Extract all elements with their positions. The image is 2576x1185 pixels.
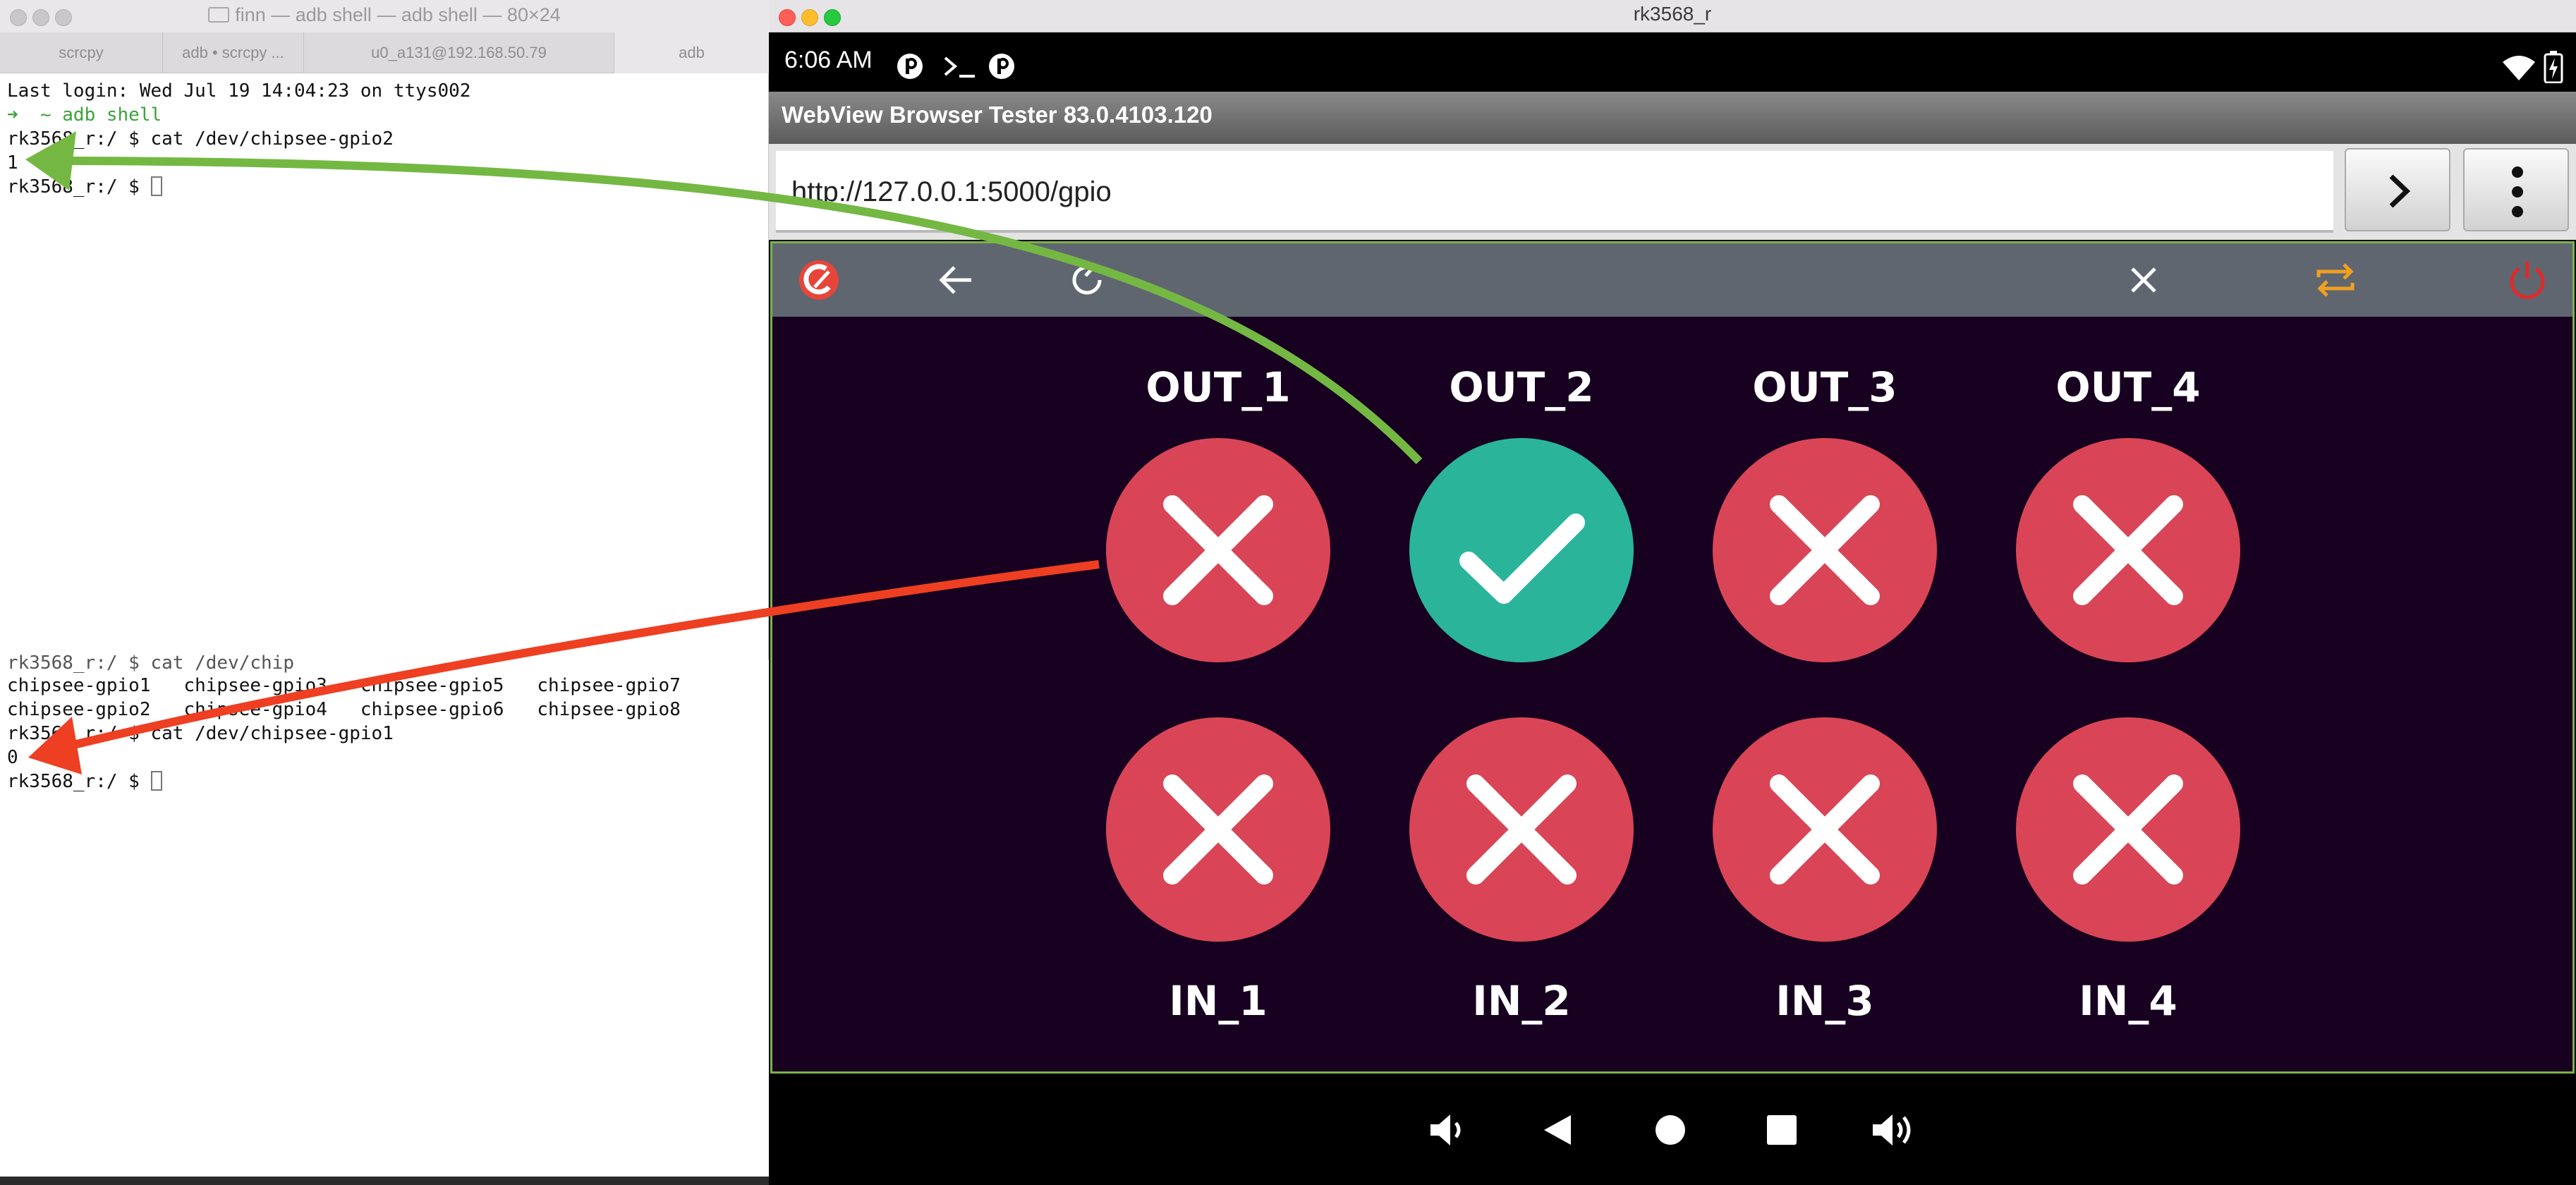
- tab-ssh[interactable]: u0_a131@192.168.50.79: [303, 32, 614, 73]
- home-nav-button[interactable]: [1642, 1102, 1699, 1158]
- in-4-indicator: [2016, 717, 2240, 942]
- circle-home-icon: [1655, 1115, 1685, 1145]
- close-page-button[interactable]: [2121, 257, 2166, 303]
- android-nav-bar: [769, 1074, 2576, 1185]
- url-bar: http://127.0.0.1:5000/gpio: [769, 144, 2576, 240]
- reload-button[interactable]: [1064, 257, 1110, 303]
- volume-down-icon: [1430, 1114, 1461, 1146]
- terminal2-cursor: [150, 771, 162, 791]
- x-mark-icon: [1770, 774, 1880, 885]
- logo-icon: [799, 260, 839, 300]
- x-mark-icon: [1163, 774, 1273, 885]
- url-text: http://127.0.0.1:5000/gpio: [791, 176, 1112, 207]
- square-recents-icon: [1767, 1115, 1797, 1145]
- page-toolbar: [772, 243, 2572, 317]
- device-title: rk3568_r: [1633, 3, 1712, 25]
- volume-down-button[interactable]: [1419, 1102, 1476, 1158]
- tab-adb-scrcpy[interactable]: adb • scrcpy ...: [162, 32, 303, 73]
- url-input[interactable]: http://127.0.0.1:5000/gpio: [776, 151, 2333, 233]
- terminal-tab-bar: scrcpy adb • scrcpy ... u0_a131@192.168.…: [0, 32, 769, 73]
- gpio-webpage: OUT_1 OUT_2 OUT_3 OUT_4 IN_1 IN_2 IN_3 I…: [770, 241, 2575, 1074]
- overflow-menu-button[interactable]: [2463, 148, 2569, 231]
- terminal-title: finn — adb shell — adb shell — 80×24: [0, 4, 769, 26]
- x-mark-icon: [2073, 774, 2183, 885]
- tab-scrcpy[interactable]: scrcpy: [0, 32, 162, 73]
- brand-logo: [796, 257, 842, 303]
- terminal2-line-0: rk3568_r:/ $ cat /dev/chip: [7, 652, 294, 674]
- app-title-bar: WebView Browser Tester 83.0.4103.120: [769, 92, 2576, 144]
- terminal2-line-1: chipsee-gpio1 chipsee-gpio3 chipsee-gpio…: [7, 675, 681, 696]
- x-mark-icon: [1770, 495, 1880, 605]
- arrow-left-icon: [939, 266, 971, 294]
- in-1-indicator: [1106, 717, 1330, 942]
- terminal-cursor: [150, 176, 162, 196]
- in-2-indicator: [1409, 717, 1634, 942]
- device-window: rk3568_r 6:06 AM WebView Browser Tester …: [769, 0, 2576, 1185]
- terminal-line-adb: ➜ ~ adb shell: [7, 103, 162, 127]
- status-time: 6:06 AM: [784, 47, 873, 73]
- power-button[interactable]: [2505, 257, 2550, 303]
- back-button[interactable]: [933, 257, 978, 303]
- terminal-window-2: rk3568_r:/ $ cat /dev/chip chipsee-gpio1…: [0, 652, 769, 1185]
- out-1-toggle[interactable]: [1106, 438, 1330, 662]
- swap-button[interactable]: [2313, 257, 2358, 303]
- terminal-prompt-text: rk3568_r:/ $: [7, 176, 151, 198]
- terminal2-line-value-0: 0: [7, 747, 18, 768]
- folder-icon: [208, 7, 230, 23]
- out-4-toggle[interactable]: [2016, 438, 2240, 662]
- triangle-back-icon: [1544, 1115, 1571, 1145]
- x-mark-icon: [1163, 495, 1273, 605]
- out-3-label: OUT_3: [1752, 363, 1897, 411]
- terminal-line-value-1: 1: [7, 152, 18, 174]
- battery-charging-icon: [2544, 51, 2563, 83]
- terminal-titlebar: finn — adb shell — adb shell — 80×24: [0, 0, 769, 32]
- terminal2-line-2: chipsee-gpio2 chipsee-gpio4 chipsee-gpio…: [7, 699, 681, 720]
- go-button[interactable]: [2345, 148, 2450, 231]
- out-4-label: OUT_4: [2055, 363, 2201, 411]
- terminal-line-login: Last login: Wed Jul 19 14:04:23 on ttys0…: [7, 80, 471, 102]
- repeat-icon: [2316, 263, 2355, 297]
- terminal-prompt-icon: [944, 56, 975, 78]
- terminal2-line-3: rk3568_r:/ $ cat /dev/chipsee-gpio1: [7, 723, 394, 744]
- out-2-label: OUT_2: [1449, 363, 1594, 411]
- dock-strip: [0, 1177, 769, 1185]
- x-mark-icon: [1466, 774, 1576, 885]
- in-1-label: IN_1: [1169, 977, 1268, 1025]
- close-icon: [2131, 267, 2156, 293]
- terminal2-prompt-text: rk3568_r:/ $: [7, 771, 151, 792]
- device-titlebar: rk3568_r: [769, 0, 2576, 32]
- back-nav-button[interactable]: [1529, 1102, 1586, 1158]
- check-mark-icon: [1459, 514, 1585, 604]
- terminal2-prompt[interactable]: rk3568_r:/ $: [7, 770, 162, 794]
- terminal-line-cat-gpio2: rk3568_r:/ $ cat /dev/chipsee-gpio2: [7, 128, 394, 150]
- notification-p-icon-2: [989, 54, 1014, 79]
- out-3-toggle[interactable]: [1713, 438, 1937, 662]
- out-2-toggle[interactable]: [1409, 438, 1634, 662]
- volume-up-button[interactable]: [1864, 1102, 1920, 1158]
- out-1-label: OUT_1: [1146, 363, 1291, 411]
- refresh-icon: [1072, 260, 1102, 295]
- tab-adb[interactable]: adb: [614, 32, 769, 73]
- chevron-right-icon: [2389, 174, 2411, 208]
- in-3-indicator: [1713, 717, 1937, 942]
- power-icon: [2510, 262, 2545, 299]
- recents-nav-button[interactable]: [1754, 1102, 1810, 1158]
- in-2-label: IN_2: [1472, 977, 1571, 1025]
- wifi-icon: [2503, 56, 2535, 80]
- in-4-label: IN_4: [2079, 977, 2177, 1025]
- terminal-prompt[interactable]: rk3568_r:/ $: [7, 175, 162, 199]
- terminal-window: finn — adb shell — adb shell — 80×24 scr…: [0, 0, 769, 660]
- volume-up-icon: [1873, 1114, 1911, 1146]
- status-bar: 6:06 AM: [769, 32, 2576, 92]
- more-vertical-icon: [2512, 166, 2523, 217]
- terminal-line-adb-text: ➜ ~ adb shell: [7, 104, 162, 126]
- app-title: WebView Browser Tester 83.0.4103.120: [782, 102, 1213, 128]
- notification-p-icon: [897, 54, 923, 79]
- x-mark-icon: [2073, 495, 2183, 605]
- in-3-label: IN_3: [1775, 977, 1874, 1025]
